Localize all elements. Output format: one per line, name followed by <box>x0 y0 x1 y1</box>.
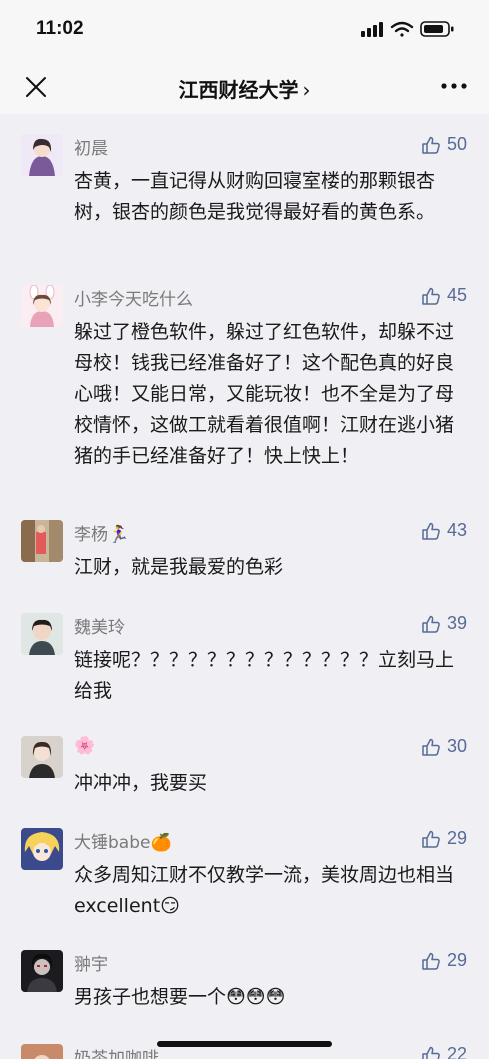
comment-item: 魏美玲 39 链接呢？？？？？？？？？？？？？立刻马上给我 <box>0 613 489 713</box>
comment-item: 大锤babe🍊 29 众多周知江财不仅教学一流，美妆周边也相当excellent… <box>0 828 489 928</box>
thumbs-up-icon <box>422 738 440 756</box>
account-title-text: 江西财经大学 <box>178 78 299 102</box>
comment-list[interactable]: 初晨 50 杏黄，一直记得从财购回寝室楼的那颗银杏树，银杏的颜色是我觉得最好看的… <box>0 114 489 1059</box>
status-bar: 11:02 <box>0 0 489 58</box>
like-count: 43 <box>446 520 467 540</box>
like-count: 29 <box>446 950 467 970</box>
avatar[interactable] <box>21 950 63 992</box>
thumbs-up-icon <box>422 522 440 540</box>
commenter-name: 🌸 <box>74 736 96 756</box>
chevron-right-icon: › <box>302 78 311 102</box>
comment-text: 链接呢？？？？？？？？？？？？？立刻马上给我 <box>74 649 455 702</box>
signal-icon <box>361 22 383 37</box>
like-button[interactable]: 29 <box>421 950 467 971</box>
like-button[interactable]: 45 <box>421 285 467 306</box>
status-time: 11:02 <box>36 18 84 39</box>
like-button[interactable]: 39 <box>421 613 467 634</box>
like-count: 50 <box>446 134 467 154</box>
avatar[interactable] <box>21 520 63 562</box>
thumbs-up-icon <box>422 615 440 633</box>
like-count: 39 <box>446 613 467 633</box>
thumbs-up-icon <box>422 952 440 970</box>
like-button[interactable]: 43 <box>421 520 467 541</box>
avatar[interactable] <box>21 1044 63 1059</box>
comment-item: 翀宇 29 男孩子也想要一个😳😳😳 <box>0 950 489 1020</box>
status-icons <box>361 21 454 37</box>
comment-text: 杏黄，一直记得从财购回寝室楼的那颗银杏树，银杏的颜色是我觉得最好看的黄色系。 <box>74 170 436 223</box>
commenter-name: 大锤babe🍊 <box>74 833 172 853</box>
comment-text: 江财，就是我最爱的色彩 <box>74 556 284 578</box>
account-title[interactable]: 江西财经大学 › <box>0 74 489 103</box>
like-count: 29 <box>446 828 467 848</box>
avatar[interactable] <box>21 613 63 655</box>
comment-text: 躲过了橙色软件，躲过了红色软件，却躲不过母校！钱我已经准备好了！这个配色真的好良… <box>74 321 455 467</box>
thumbs-up-icon <box>422 1046 440 1059</box>
avatar[interactable] <box>21 736 63 778</box>
nav-bar: 江西财经大学 › <box>0 58 489 114</box>
commenter-name: 初晨 <box>74 139 108 159</box>
comment-item: 李杨🏃‍♀️ 43 江财，就是我最爱的色彩 <box>0 520 489 590</box>
comment-item: 🌸 30 冲冲冲，我要买 <box>0 736 489 806</box>
like-count: 45 <box>446 285 467 305</box>
comment-item: 小李今天吃什么 45 躲过了橙色软件，躲过了红色软件，却躲不过母校！钱我已经准备… <box>0 285 489 485</box>
like-count: 22 <box>446 1044 467 1059</box>
commenter-name: 李杨🏃‍♀️ <box>74 525 130 545</box>
thumbs-up-icon <box>422 287 440 305</box>
like-button[interactable]: 22 <box>421 1044 467 1059</box>
like-button[interactable]: 29 <box>421 828 467 849</box>
battery-icon <box>420 21 454 37</box>
comment-item: 初晨 50 杏黄，一直记得从财购回寝室楼的那颗银杏树，银杏的颜色是我觉得最好看的… <box>0 134 489 264</box>
avatar[interactable] <box>21 828 63 870</box>
avatar[interactable] <box>21 285 63 327</box>
like-count: 30 <box>446 736 467 756</box>
commenter-name: 小李今天吃什么 <box>74 290 193 310</box>
wifi-icon <box>390 21 414 37</box>
comment-text: 众多周知江财不仅教学一流，美妆周边也相当excellent😏 <box>74 864 455 917</box>
comment-text: 男孩子也想要一个😳😳😳 <box>74 986 286 1008</box>
more-icon[interactable] <box>441 82 467 90</box>
commenter-name: 翀宇 <box>74 955 108 975</box>
comment-text: 冲冲冲，我要买 <box>74 772 208 794</box>
home-indicator[interactable] <box>157 1041 332 1047</box>
avatar[interactable] <box>21 134 63 176</box>
commenter-name: 奶茶加咖啡 <box>74 1049 159 1059</box>
thumbs-up-icon <box>422 136 440 154</box>
like-button[interactable]: 30 <box>421 736 467 757</box>
commenter-name: 魏美玲 <box>74 618 125 638</box>
like-button[interactable]: 50 <box>421 134 467 155</box>
thumbs-up-icon <box>422 830 440 848</box>
